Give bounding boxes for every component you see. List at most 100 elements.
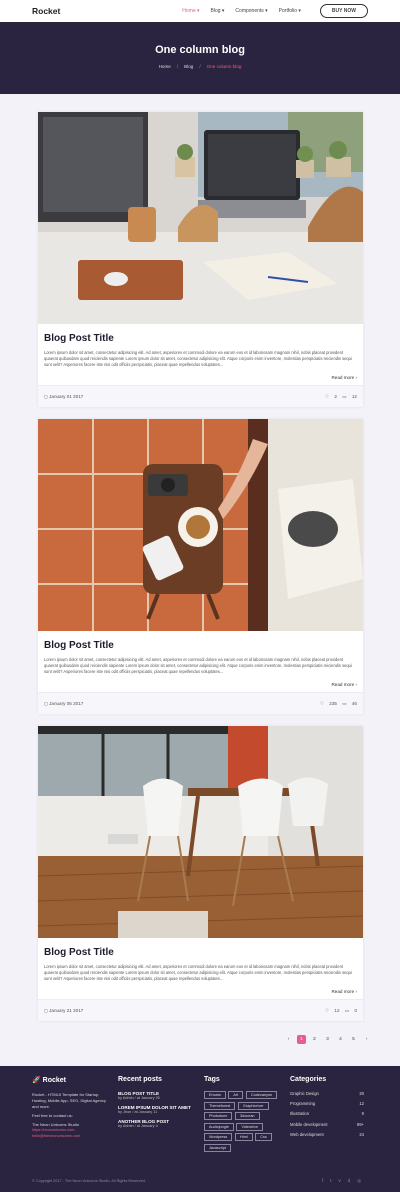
comments-value: 0 — [354, 1007, 357, 1013]
category-item[interactable]: Graphic Design 20 — [290, 1091, 364, 1096]
nav-item-portfolio[interactable]: Portfolio ▾ — [279, 8, 301, 14]
comments-count[interactable]: ▭ 0 — [345, 1008, 357, 1013]
tag-videohive[interactable]: Videohive — [236, 1122, 264, 1131]
post-stats: ♡ 2 ▭ 12 — [321, 394, 357, 400]
vimeo-icon[interactable]: v — [339, 1178, 341, 1184]
tag-cloud: Envato Art Codecanyon Themeforest Graphi… — [204, 1091, 278, 1152]
tag-3docean[interactable]: 3docean — [234, 1112, 260, 1121]
likes-count[interactable]: ♡ 2 — [325, 394, 337, 399]
breadcrumb-current: One column blog — [206, 64, 242, 69]
post-date-text: January 21 2017 — [49, 1007, 84, 1013]
category-item[interactable]: Mobile development 99+ — [290, 1122, 364, 1127]
category-item[interactable]: Illustration 9 — [290, 1111, 364, 1116]
footer-about: 🚀 Rocket Rocket - HTML5 Template for Sta… — [32, 1076, 110, 1140]
next-page-button[interactable]: › — [362, 1035, 371, 1044]
page-1-button[interactable]: 1 — [297, 1035, 306, 1044]
read-more-link[interactable]: Read more › — [44, 375, 357, 380]
post-stats: ♡ 12 ▭ 0 — [321, 1008, 357, 1014]
deviantart-icon[interactable]: d — [348, 1178, 351, 1184]
tag-photodune[interactable]: Photodune — [204, 1112, 233, 1121]
tag-graphicriver[interactable]: Graphicriver — [237, 1101, 269, 1110]
category-count: 99+ — [356, 1121, 364, 1127]
page-header: One column blog Home / Blog / One column blo… — [0, 22, 400, 94]
page-4-button[interactable]: 4 — [336, 1035, 345, 1044]
tag-css[interactable]: Css — [255, 1133, 272, 1142]
post-meta: ◻ January 01 2017 ♡ 2 ▭ 12 — [38, 385, 363, 407]
tag-art[interactable]: Art — [228, 1091, 244, 1099]
tag-wordpress[interactable]: Wordpress — [204, 1133, 233, 1142]
post-date: ◻ January 21 2017 — [44, 1007, 84, 1013]
category-name: Mobile development — [290, 1121, 328, 1127]
recent-posts-heading: Recent posts — [118, 1076, 162, 1083]
nav-item-home[interactable]: Home ▾ — [182, 8, 199, 14]
post-stats: ♡ 235 ▭ 46 — [316, 701, 357, 707]
page-5-button[interactable]: 5 — [349, 1035, 358, 1044]
post-date-text: January 05 2017 — [49, 700, 84, 706]
post-date: ◻ January 05 2017 — [44, 700, 84, 706]
likes-count[interactable]: ♡ 235 — [320, 701, 337, 706]
tag-html[interactable]: Html — [234, 1133, 253, 1142]
post-excerpt: Lorem ipsum dolor sit amet, consectetur … — [44, 350, 352, 367]
category-name: Graphic Design — [290, 1091, 319, 1096]
site-logo[interactable]: Rocket — [32, 6, 60, 16]
buy-now-button[interactable]: BUY NOW — [319, 4, 368, 18]
page-3-button[interactable]: 3 — [323, 1035, 332, 1044]
blog-post-card: Blog Post Title Lorem ipsum dolor sit am… — [38, 419, 363, 714]
post-image-desk-laptop[interactable] — [38, 112, 363, 324]
post-image-coffee-table[interactable] — [38, 419, 363, 631]
pagination: ‹ 1 2 3 4 5 › — [284, 1035, 371, 1044]
tags-heading: Tags — [204, 1076, 220, 1083]
post-image-dining-room[interactable] — [38, 726, 363, 938]
read-more-label: Read more — [331, 682, 355, 687]
twitter-icon[interactable]: t — [330, 1178, 331, 1184]
likes-count[interactable]: ♡ 12 — [325, 1008, 340, 1013]
footer-email-link[interactable]: hello@theneonunicorns.com — [32, 1134, 110, 1140]
post-meta: ◻ January 21 2017 ♡ 12 ▭ 0 — [38, 999, 363, 1021]
category-item[interactable]: Programming 12 — [290, 1101, 364, 1106]
facebook-icon[interactable]: f — [322, 1178, 323, 1184]
tag-audiojungle[interactable]: Audiojungle — [204, 1122, 234, 1131]
read-more-label: Read more — [331, 375, 355, 380]
read-more-label: Read more — [331, 989, 355, 994]
likes-value: 235 — [329, 700, 337, 706]
tag-envato[interactable]: Envato — [204, 1091, 226, 1099]
footer-about-text: Rocket - HTML5 Template for Startup, Hos… — [32, 1092, 106, 1109]
category-count: 9 — [361, 1111, 364, 1117]
breadcrumb: Home / Blog / One column blog — [158, 64, 242, 69]
footer-recent-posts: Recent posts BLOG POST TITLE by Admin / … — [118, 1076, 198, 1133]
footer-brand: 🚀 Rocket — [32, 1076, 110, 1084]
read-more-link[interactable]: Read more › — [44, 682, 357, 687]
top-navbar: Rocket Home ▾ Blog ▾ Components ▾ Portfo… — [0, 0, 400, 22]
footer-tags: Tags Envato Art Codecanyon Themeforest G… — [204, 1076, 278, 1152]
category-name: Illustration — [290, 1111, 310, 1117]
category-count: 12 — [359, 1101, 364, 1107]
footer-contact-label: Feel free to contact us: — [32, 1113, 73, 1119]
page-2-button[interactable]: 2 — [310, 1035, 319, 1044]
dribbble-icon[interactable]: ◎ — [357, 1178, 361, 1184]
category-item[interactable]: Web development 24 — [290, 1132, 364, 1137]
social-links: f t v d ◎ — [322, 1178, 361, 1184]
breadcrumb-blog[interactable]: Blog — [184, 64, 193, 69]
post-title[interactable]: Blog Post Title — [44, 947, 357, 958]
comments-count[interactable]: ▭ 12 — [342, 394, 357, 399]
category-count: 24 — [359, 1131, 364, 1137]
category-name: Programming — [290, 1101, 316, 1107]
copyright: © Copyright 2017 - The Neon Unicorns Stu… — [32, 1179, 146, 1183]
comments-count[interactable]: ▭ 46 — [342, 701, 357, 706]
post-title[interactable]: Blog Post Title — [44, 333, 357, 344]
breadcrumb-home[interactable]: Home — [159, 64, 171, 69]
nav-item-components[interactable]: Components ▾ — [235, 8, 267, 14]
blog-post-card: Blog Post Title Lorem ipsum dolor sit am… — [38, 726, 363, 1021]
coffee-table-photo — [38, 419, 363, 631]
tag-codecanyon[interactable]: Codecanyon — [245, 1091, 278, 1099]
post-title[interactable]: Blog Post Title — [44, 640, 357, 651]
tag-themeforest[interactable]: Themeforest — [204, 1101, 236, 1110]
post-meta: ◻ January 05 2017 ♡ 235 ▭ 46 — [38, 692, 363, 714]
desk-laptop-photo — [38, 112, 363, 324]
prev-page-button[interactable]: ‹ — [284, 1035, 293, 1044]
comments-value: 46 — [351, 700, 357, 706]
recent-post-meta: by Jhon / at January 11 — [118, 1110, 158, 1114]
tag-javascript[interactable]: Javascript — [204, 1143, 232, 1152]
read-more-link[interactable]: Read more › — [44, 989, 357, 994]
nav-item-blog[interactable]: Blog ▾ — [211, 8, 225, 14]
